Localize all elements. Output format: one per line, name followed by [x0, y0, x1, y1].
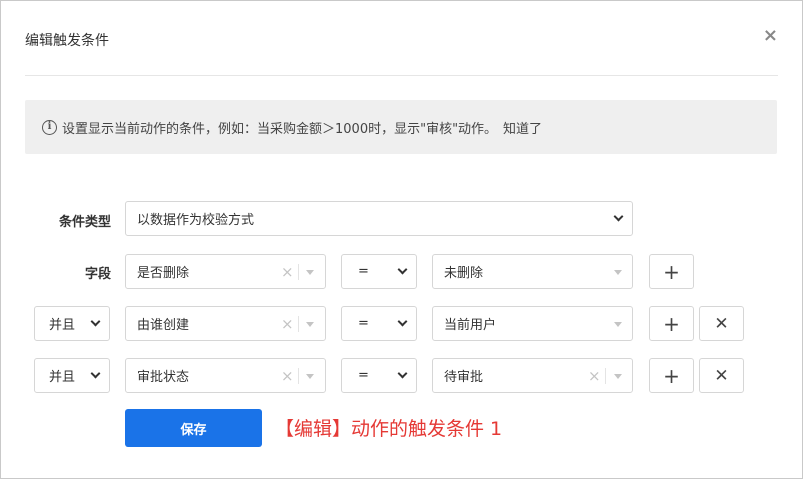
- clear-icon[interactable]: ×: [281, 263, 294, 281]
- annotation-caption: 【编辑】动作的触发条件 1: [275, 418, 503, 440]
- logic-select[interactable]: 并且: [34, 306, 110, 341]
- value-text: 待审批: [444, 370, 484, 385]
- clear-icon[interactable]: ×: [281, 367, 294, 385]
- chevron-down-icon: [397, 264, 408, 275]
- value-select[interactable]: 未删除: [432, 254, 633, 289]
- add-condition-button[interactable]: +: [649, 306, 694, 341]
- dialog-title: 编辑触发条件: [25, 33, 109, 49]
- logic-value: 并且: [49, 370, 76, 385]
- chevron-down-icon: [613, 211, 624, 222]
- chevron-down-icon: [90, 368, 101, 379]
- notice-banner: i 设置显示当前动作的条件，例如：当采购金额＞1000时，显示"审核"动作。 知…: [25, 100, 777, 154]
- close-icon[interactable]: ×: [763, 26, 778, 46]
- remove-condition-button[interactable]: ✕: [699, 358, 744, 393]
- field-value: 是否删除: [137, 266, 190, 281]
- add-condition-button[interactable]: +: [649, 358, 694, 393]
- caret-down-icon: [306, 374, 314, 379]
- operator-select[interactable]: =: [341, 254, 417, 289]
- add-condition-button[interactable]: +: [649, 254, 694, 289]
- dismiss-link[interactable]: 知道了: [503, 118, 542, 137]
- select-separator: [298, 264, 299, 280]
- field-select[interactable]: 由谁创建 ×: [125, 306, 326, 341]
- field-value: 审批状态: [137, 370, 190, 385]
- condition-type-label: 条件类型: [58, 215, 111, 230]
- logic-select[interactable]: 并且: [34, 358, 110, 393]
- chevron-down-icon: [397, 316, 408, 327]
- field-select[interactable]: 是否删除 ×: [125, 254, 326, 289]
- caret-down-icon: [614, 322, 622, 327]
- operator-select[interactable]: =: [341, 306, 417, 341]
- condition-type-select[interactable]: 以数据作为校验方式: [125, 201, 633, 236]
- operator-select[interactable]: =: [341, 358, 417, 393]
- edit-trigger-dialog: 编辑触发条件 × i 设置显示当前动作的条件，例如：当采购金额＞1000时，显示…: [0, 0, 803, 479]
- operator-value: =: [358, 316, 369, 331]
- field-label: 字段: [84, 267, 111, 282]
- caret-down-icon: [614, 374, 622, 379]
- caret-down-icon: [306, 270, 314, 275]
- chevron-down-icon: [397, 368, 408, 379]
- value-select[interactable]: 待审批 ×: [432, 358, 633, 393]
- operator-value: =: [358, 264, 369, 279]
- remove-condition-button[interactable]: ✕: [699, 306, 744, 341]
- notice-text: 设置显示当前动作的条件，例如：当采购金额＞1000时，显示"审核"动作。: [62, 121, 498, 137]
- clear-icon[interactable]: ×: [281, 315, 294, 333]
- condition-type-value: 以数据作为校验方式: [137, 213, 255, 228]
- select-separator: [605, 368, 606, 384]
- save-button[interactable]: 保存: [125, 409, 262, 447]
- info-icon: i: [42, 119, 57, 135]
- caret-down-icon: [614, 270, 622, 275]
- field-select[interactable]: 审批状态 ×: [125, 358, 326, 393]
- clear-icon[interactable]: ×: [588, 367, 601, 385]
- caret-down-icon: [306, 322, 314, 327]
- value-text: 未删除: [444, 266, 484, 281]
- value-text: 当前用户: [444, 318, 497, 333]
- operator-value: =: [358, 368, 369, 383]
- select-separator: [298, 316, 299, 332]
- field-value: 由谁创建: [137, 318, 190, 333]
- title-divider: [25, 75, 778, 76]
- logic-value: 并且: [49, 318, 76, 333]
- select-separator: [298, 368, 299, 384]
- value-select[interactable]: 当前用户: [432, 306, 633, 341]
- chevron-down-icon: [90, 316, 101, 327]
